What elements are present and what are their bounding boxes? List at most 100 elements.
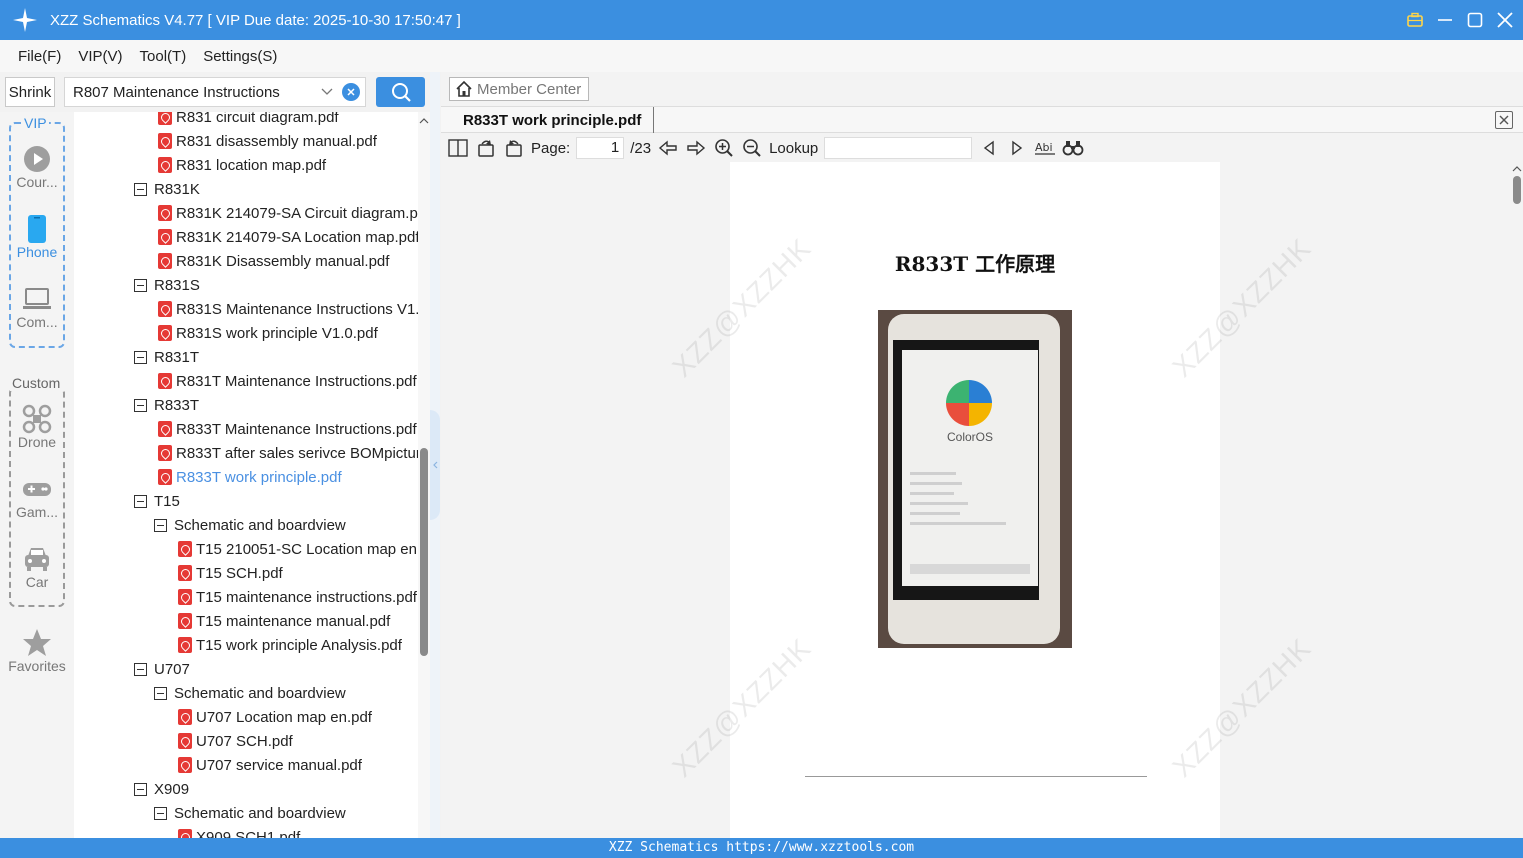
rail-item-drone[interactable]: Drone [0,404,74,450]
phone-info-line [910,482,962,485]
rail-item-phone[interactable]: Phone [0,214,74,260]
tree-file[interactable]: R831K Disassembly manual.pdf [158,249,389,273]
tree-file[interactable]: R831S Maintenance Instructions V1.: [158,297,418,321]
tree-item-label: R831 circuit diagram.pdf [176,112,339,126]
menu-file[interactable]: File(F) [18,48,61,65]
lookup-input[interactable] [824,137,973,159]
tree-file[interactable]: R831 circuit diagram.pdf [158,112,339,129]
maximize-button[interactable] [1467,12,1483,28]
rail-item-car[interactable]: Car [0,544,74,590]
collapse-icon[interactable] [134,182,147,196]
shrink-button[interactable]: Shrink [5,77,55,107]
tree-folder[interactable]: R831K [134,177,200,201]
scroll-up-icon[interactable] [418,116,430,126]
tree-file[interactable]: R833T Maintenance Instructions.pdf [158,417,417,441]
document-scrollbar[interactable] [1511,162,1523,838]
collapse-icon[interactable] [134,350,147,364]
tree-item-label: T15 maintenance instructions.pdf [196,588,417,606]
zoom-in-icon[interactable] [713,137,735,159]
collapse-icon[interactable] [154,518,167,532]
rail-item-game[interactable]: Gam... [0,474,74,520]
panel-splitter[interactable] [430,72,440,838]
member-center-button[interactable]: Member Center [449,77,589,101]
tree-file[interactable]: R831K 214079-SA Location map.pdf [158,225,418,249]
collapse-icon[interactable] [134,398,147,412]
menu-tool[interactable]: Tool(T) [140,48,187,65]
tree-folder[interactable]: T15 [134,489,180,513]
rotate-right-icon[interactable] [503,137,525,159]
play-circle-icon [0,144,74,174]
tree-scrollbar[interactable] [418,112,430,838]
tree-file[interactable]: R831S work principle V1.0.pdf [158,321,378,345]
pdf-file-icon [178,757,192,773]
collapse-icon[interactable] [134,662,147,676]
zoom-out-icon[interactable] [741,137,763,159]
tree-file[interactable]: T15 SCH.pdf [178,561,283,585]
phone-photo: ColorOS [878,310,1072,648]
tree-file[interactable]: R831T Maintenance Instructions.pdf [158,369,417,393]
find-previous-icon[interactable] [978,137,1000,159]
tree-scroll-thumb[interactable] [420,448,428,656]
menu-settings[interactable]: Settings(S) [203,48,277,65]
tree-file[interactable]: R833T work principle.pdf [158,465,342,489]
tree-file[interactable]: R831K 214079-SA Circuit diagram.pc [158,201,418,225]
next-page-icon[interactable] [685,137,707,159]
search-button[interactable] [376,77,425,107]
rail-item-courses[interactable]: Cour... [0,144,74,190]
tree-folder[interactable]: U707 [134,657,190,681]
rail-item-favorites[interactable]: Favorites [0,628,74,674]
tree-file[interactable]: T15 work principle Analysis.pdf [178,633,402,657]
tree-folder[interactable]: X909 [134,777,189,801]
tree-folder[interactable]: Schematic and boardview [154,513,346,537]
collapse-icon[interactable] [134,494,147,508]
menu-vip[interactable]: VIP(V) [78,48,122,65]
close-button[interactable] [1497,12,1513,28]
collapse-icon[interactable] [134,782,147,796]
tree-file[interactable]: X909 SCH1.pdf [178,825,300,838]
rail-item-computer[interactable]: Com... [0,284,74,330]
find-all-icon[interactable] [1062,137,1084,159]
tree-file[interactable]: R833T after sales serivce BOMpicture [158,441,418,465]
tree-folder[interactable]: R831S [134,273,200,297]
svg-text:Abi: Abi [1035,141,1053,154]
chevron-down-icon[interactable] [317,82,337,102]
collapse-icon[interactable] [154,686,167,700]
tree-file[interactable]: U707 Location map en.pdf [178,705,372,729]
clear-search-icon[interactable] [342,83,360,101]
tree-file[interactable]: T15 210051-SC Location map en.p [178,537,418,561]
find-next-icon[interactable] [1006,137,1028,159]
vip-briefcase-icon[interactable] [1407,12,1423,28]
match-case-icon[interactable]: Abi [1034,137,1056,159]
scroll-up-icon[interactable] [1511,164,1523,174]
page-number-input[interactable]: 1 [576,137,625,159]
collapse-panel-handle[interactable] [430,410,440,520]
search-combobox[interactable]: R807 Maintenance Instructions [64,77,366,107]
tree-file[interactable]: U707 service manual.pdf [178,753,362,777]
tree-file[interactable]: R831 location map.pdf [158,153,326,177]
tree-item-label: R831K Disassembly manual.pdf [176,252,390,270]
search-icon [391,83,411,102]
rotate-left-icon[interactable] [475,137,497,159]
tree-folder[interactable]: Schematic and boardview [154,681,346,705]
document-canvas[interactable]: R833T 工作原理 ColorOS XZZ@XZZHK XZZ@XZZHK X… [441,162,1511,838]
tree-file[interactable]: R831 disassembly manual.pdf [158,129,377,153]
tree-file[interactable]: T15 maintenance instructions.pdf [178,585,417,609]
collapse-icon[interactable] [154,806,167,820]
previous-page-icon[interactable] [657,137,679,159]
minimize-button[interactable] [1437,12,1453,28]
document-scroll-thumb[interactable] [1513,176,1521,204]
tree-file[interactable]: T15 maintenance manual.pdf [178,609,390,633]
toggle-sidebar-icon[interactable] [447,137,469,159]
search-input[interactable]: R807 Maintenance Instructions [73,84,317,101]
tree-file[interactable]: U707 SCH.pdf [178,729,293,753]
document-tab[interactable]: R833T work principle.pdf [451,107,655,133]
tree-folder[interactable]: R833T [134,393,199,417]
tree-folder[interactable]: R831T [134,345,199,369]
tree-item-label: T15 maintenance manual.pdf [196,612,391,630]
category-rail: VIP Cour... Phone Com... Custom Drone Ga… [0,112,74,838]
pdf-file-icon [158,112,172,125]
collapse-icon[interactable] [134,278,147,292]
tree-folder[interactable]: Schematic and boardview [154,801,346,825]
close-tab-icon[interactable] [1495,111,1513,129]
rail-item-label: Phone [16,244,58,260]
